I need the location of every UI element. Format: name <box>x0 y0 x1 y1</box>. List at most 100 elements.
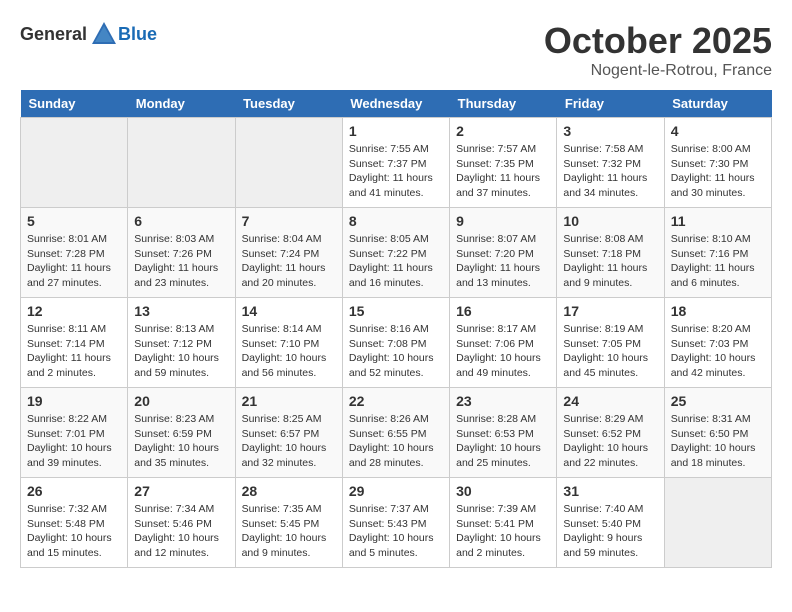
day-info: Sunrise: 7:58 AMSunset: 7:32 PMDaylight:… <box>563 142 657 201</box>
calendar-cell: 9 Sunrise: 8:07 AMSunset: 7:20 PMDaylight… <box>450 208 557 298</box>
day-number: 3 <box>563 123 657 139</box>
day-info: Sunrise: 8:22 AMSunset: 7:01 PMDaylight:… <box>27 412 121 471</box>
calendar-cell: 17 Sunrise: 8:19 AMSunset: 7:05 PMDayligh… <box>557 298 664 388</box>
logo-general: General <box>20 24 87 45</box>
day-info: Sunrise: 8:03 AMSunset: 7:26 PMDaylight:… <box>134 232 228 291</box>
day-number: 20 <box>134 393 228 409</box>
day-number: 25 <box>671 393 765 409</box>
day-info: Sunrise: 8:14 AMSunset: 7:10 PMDaylight:… <box>242 322 336 381</box>
weekday-header-row: SundayMondayTuesdayWednesdayThursdayFrid… <box>21 90 772 118</box>
calendar-cell <box>235 118 342 208</box>
calendar-week-row: 5Sunrise: 8:01 AMSunset: 7:28 PMDaylight… <box>21 208 772 298</box>
day-number: 4 <box>671 123 765 139</box>
day-info: Sunrise: 8:05 AMSunset: 7:22 PMDaylight:… <box>349 232 443 291</box>
day-number: 13 <box>134 303 228 319</box>
calendar-cell: 8 Sunrise: 8:05 AMSunset: 7:22 PMDaylight… <box>342 208 449 298</box>
day-number: 30 <box>456 483 550 499</box>
day-info: Sunrise: 7:34 AMSunset: 5:46 PMDaylight:… <box>134 502 228 561</box>
day-number: 1 <box>349 123 443 139</box>
day-number: 15 <box>349 303 443 319</box>
calendar-week-row: 26 Sunrise: 7:32 AMSunset: 5:48 PMDayligh… <box>21 478 772 568</box>
logo-icon <box>90 20 118 48</box>
day-number: 26 <box>27 483 121 499</box>
calendar-cell: 31Sunrise: 7:40 AMSunset: 5:40 PMDayligh… <box>557 478 664 568</box>
day-number: 14 <box>242 303 336 319</box>
title-section: October 2025 Nogent-le-Rotrou, France <box>544 20 772 80</box>
day-info: Sunrise: 8:23 AMSunset: 6:59 PMDaylight:… <box>134 412 228 471</box>
day-number: 17 <box>563 303 657 319</box>
day-number: 28 <box>242 483 336 499</box>
day-info: Sunrise: 7:55 AMSunset: 7:37 PMDaylight:… <box>349 142 443 201</box>
calendar-cell: 1 Sunrise: 7:55 AMSunset: 7:37 PMDaylight… <box>342 118 449 208</box>
day-info: Sunrise: 8:25 AMSunset: 6:57 PMDaylight:… <box>242 412 336 471</box>
weekday-header: Saturday <box>664 90 771 118</box>
logo: General Blue <box>20 20 157 48</box>
day-number: 22 <box>349 393 443 409</box>
calendar-cell: 22 Sunrise: 8:26 AMSunset: 6:55 PMDayligh… <box>342 388 449 478</box>
day-info: Sunrise: 7:37 AMSunset: 5:43 PMDaylight:… <box>349 502 443 561</box>
day-info: Sunrise: 8:13 AMSunset: 7:12 PMDaylight:… <box>134 322 228 381</box>
calendar-cell <box>21 118 128 208</box>
logo-blue: Blue <box>118 24 157 44</box>
day-info: Sunrise: 8:01 AMSunset: 7:28 PMDaylight:… <box>27 232 121 291</box>
day-info: Sunrise: 8:16 AMSunset: 7:08 PMDaylight:… <box>349 322 443 381</box>
calendar-cell: 6Sunrise: 8:03 AMSunset: 7:26 PMDaylight… <box>128 208 235 298</box>
calendar-cell <box>128 118 235 208</box>
day-info: Sunrise: 8:08 AMSunset: 7:18 PMDaylight:… <box>563 232 657 291</box>
calendar-week-row: 19 Sunrise: 8:22 AMSunset: 7:01 PMDayligh… <box>21 388 772 478</box>
page-header: General Blue October 2025 Nogent-le-Rotr… <box>20 20 772 80</box>
day-info: Sunrise: 8:11 AMSunset: 7:14 PMDaylight:… <box>27 322 121 381</box>
calendar-cell: 20 Sunrise: 8:23 AMSunset: 6:59 PMDayligh… <box>128 388 235 478</box>
calendar-cell: 29 Sunrise: 7:37 AMSunset: 5:43 PMDayligh… <box>342 478 449 568</box>
day-info: Sunrise: 8:28 AMSunset: 6:53 PMDaylight:… <box>456 412 550 471</box>
day-info: Sunrise: 7:40 AMSunset: 5:40 PMDaylight:… <box>563 502 657 561</box>
day-number: 7 <box>242 213 336 229</box>
weekday-header: Tuesday <box>235 90 342 118</box>
calendar-cell: 28 Sunrise: 7:35 AMSunset: 5:45 PMDayligh… <box>235 478 342 568</box>
weekday-header: Sunday <box>21 90 128 118</box>
calendar-cell: 10Sunrise: 8:08 AMSunset: 7:18 PMDayligh… <box>557 208 664 298</box>
calendar-cell: 26 Sunrise: 7:32 AMSunset: 5:48 PMDayligh… <box>21 478 128 568</box>
day-info: Sunrise: 8:00 AMSunset: 7:30 PMDaylight:… <box>671 142 765 201</box>
day-number: 24 <box>563 393 657 409</box>
calendar-cell <box>664 478 771 568</box>
calendar-cell: 19 Sunrise: 8:22 AMSunset: 7:01 PMDayligh… <box>21 388 128 478</box>
weekday-header: Wednesday <box>342 90 449 118</box>
day-info: Sunrise: 8:19 AMSunset: 7:05 PMDaylight:… <box>563 322 657 381</box>
day-info: Sunrise: 8:04 AMSunset: 7:24 PMDaylight:… <box>242 232 336 291</box>
day-number: 11 <box>671 213 765 229</box>
month-title: October 2025 <box>544 20 772 62</box>
calendar-cell: 27 Sunrise: 7:34 AMSunset: 5:46 PMDayligh… <box>128 478 235 568</box>
calendar-cell: 7 Sunrise: 8:04 AMSunset: 7:24 PMDaylight… <box>235 208 342 298</box>
calendar-cell: 12 Sunrise: 8:11 AMSunset: 7:14 PMDayligh… <box>21 298 128 388</box>
calendar-cell: 4 Sunrise: 8:00 AMSunset: 7:30 PMDaylight… <box>664 118 771 208</box>
day-number: 12 <box>27 303 121 319</box>
calendar-table: SundayMondayTuesdayWednesdayThursdayFrid… <box>20 90 772 568</box>
day-info: Sunrise: 8:10 AMSunset: 7:16 PMDaylight:… <box>671 232 765 291</box>
day-info: Sunrise: 8:07 AMSunset: 7:20 PMDaylight:… <box>456 232 550 291</box>
calendar-cell: 18Sunrise: 8:20 AMSunset: 7:03 PMDayligh… <box>664 298 771 388</box>
day-number: 19 <box>27 393 121 409</box>
day-info: Sunrise: 7:32 AMSunset: 5:48 PMDaylight:… <box>27 502 121 561</box>
day-info: Sunrise: 7:35 AMSunset: 5:45 PMDaylight:… <box>242 502 336 561</box>
day-number: 27 <box>134 483 228 499</box>
day-info: Sunrise: 8:20 AMSunset: 7:03 PMDaylight:… <box>671 322 765 381</box>
day-info: Sunrise: 7:39 AMSunset: 5:41 PMDaylight:… <box>456 502 550 561</box>
calendar-cell: 13 Sunrise: 8:13 AMSunset: 7:12 PMDayligh… <box>128 298 235 388</box>
day-number: 8 <box>349 213 443 229</box>
calendar-cell: 14 Sunrise: 8:14 AMSunset: 7:10 PMDayligh… <box>235 298 342 388</box>
calendar-cell: 30 Sunrise: 7:39 AMSunset: 5:41 PMDayligh… <box>450 478 557 568</box>
day-info: Sunrise: 8:26 AMSunset: 6:55 PMDaylight:… <box>349 412 443 471</box>
day-number: 9 <box>456 213 550 229</box>
calendar-cell: 5Sunrise: 8:01 AMSunset: 7:28 PMDaylight… <box>21 208 128 298</box>
weekday-header: Monday <box>128 90 235 118</box>
calendar-week-row: 1 Sunrise: 7:55 AMSunset: 7:37 PMDaylight… <box>21 118 772 208</box>
calendar-cell: 25Sunrise: 8:31 AMSunset: 6:50 PMDayligh… <box>664 388 771 478</box>
calendar-cell: 15 Sunrise: 8:16 AMSunset: 7:08 PMDayligh… <box>342 298 449 388</box>
day-number: 2 <box>456 123 550 139</box>
weekday-header: Friday <box>557 90 664 118</box>
calendar-week-row: 12 Sunrise: 8:11 AMSunset: 7:14 PMDayligh… <box>21 298 772 388</box>
day-number: 29 <box>349 483 443 499</box>
day-info: Sunrise: 7:57 AMSunset: 7:35 PMDaylight:… <box>456 142 550 201</box>
day-info: Sunrise: 8:17 AMSunset: 7:06 PMDaylight:… <box>456 322 550 381</box>
